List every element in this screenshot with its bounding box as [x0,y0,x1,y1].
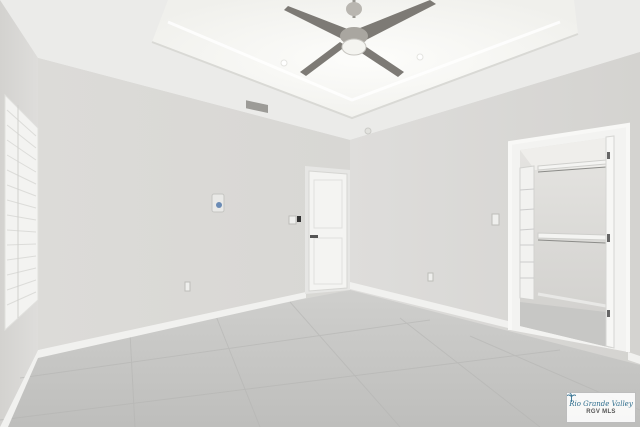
light-switch-icon [491,213,500,226]
closet [508,122,630,352]
watermark-sub-text: RGV MLS [586,409,616,415]
watermark-logo-text: Rio Grande Valley [569,400,633,408]
outlet [427,272,434,282]
mls-watermark: Rio Grande Valley RGV MLS [566,392,636,423]
light-switch-icon [288,215,297,225]
room-photo: Rio Grande Valley RGV MLS [0,0,640,427]
window-shutter-icon [4,93,39,332]
room-drawing [0,0,640,427]
palm-tree-icon [567,393,576,402]
outlet [184,281,191,292]
door-handle-icon [310,235,318,238]
